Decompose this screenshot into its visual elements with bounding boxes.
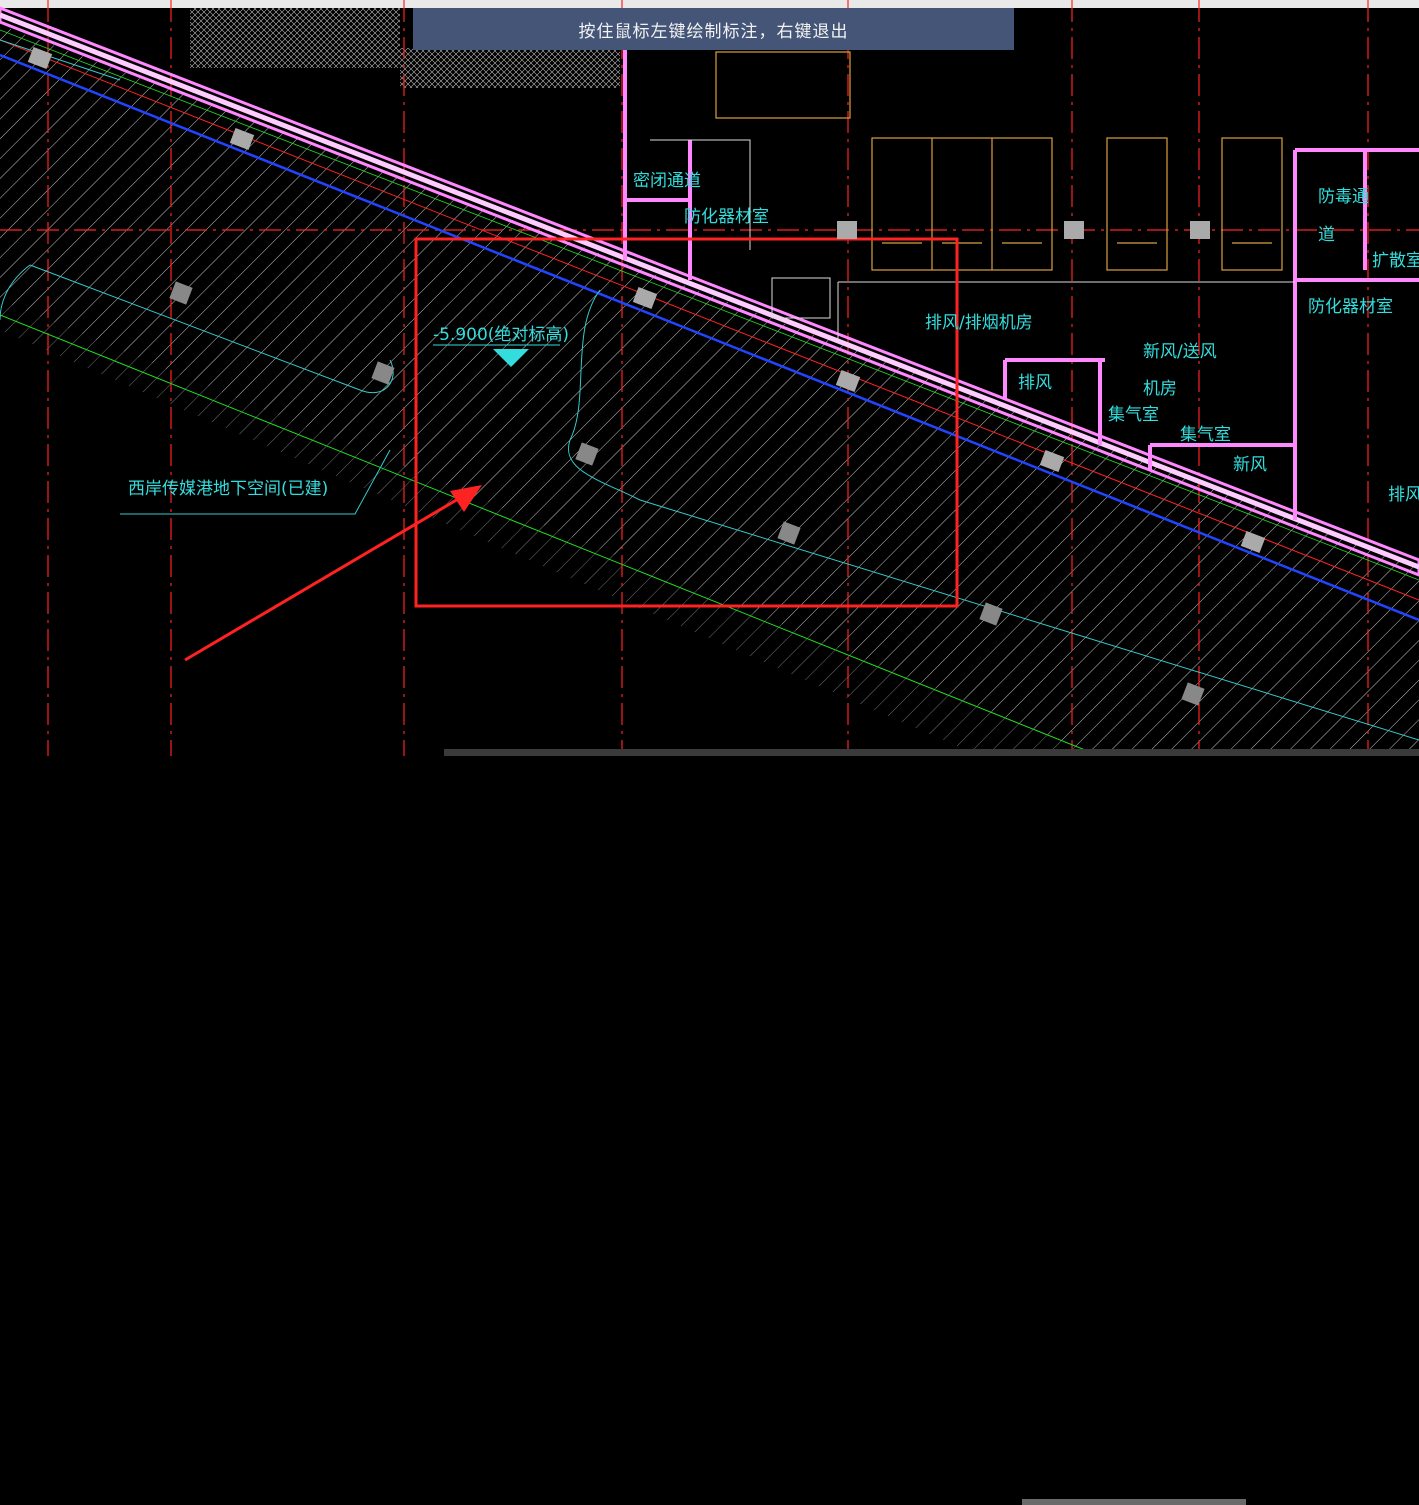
elevation-label: -5.900(绝对标高) <box>433 325 569 345</box>
room-label-exhaust-small: 排风 <box>1018 373 1052 393</box>
room-label-collector-1: 集气室 <box>1108 405 1159 425</box>
room-label-chem-top: 防化器材室 <box>684 207 769 227</box>
tooltip-text: 按住鼠标左键绘制标注，右键退出 <box>578 21 849 42</box>
horizontal-scrollbar[interactable] <box>444 749 1419 1505</box>
crosshatch-block <box>400 48 620 88</box>
room-label-fresh-2: 机房 <box>1143 379 1177 399</box>
room-label-collector-2: 集气室 <box>1180 425 1231 445</box>
room-label-fresh: 新风 <box>1233 455 1267 475</box>
room-label-decon-1: 防毒通 <box>1318 187 1369 207</box>
room-label-exhaust-edge: 排风 <box>1388 485 1419 505</box>
existing-space-label: 西岸传媒港地下空间(已建) <box>128 479 328 499</box>
room-label-exhaust: 排风/排烟机房 <box>925 313 1033 333</box>
status-tooltip: 按住鼠标左键绘制标注，右键退出 <box>413 8 1014 50</box>
cad-drawing-canvas[interactable]: -5.900(绝对标高) 密闭通道 防化器材室 排风/排烟机房 防毒通 道 扩散… <box>0 0 1419 756</box>
room-label-airlock: 密闭通道 <box>633 171 701 191</box>
room-label-decon-2: 道 <box>1318 225 1335 245</box>
room-label-fresh-1: 新风/送风 <box>1143 342 1217 362</box>
room-label-chem-right: 防化器材室 <box>1308 297 1393 317</box>
scrollbar-thumb[interactable] <box>1022 1499 1246 1505</box>
annotation-arrow <box>184 490 471 662</box>
crosshatch-block <box>190 8 400 68</box>
room-label-expansion: 扩散室 <box>1372 251 1419 271</box>
